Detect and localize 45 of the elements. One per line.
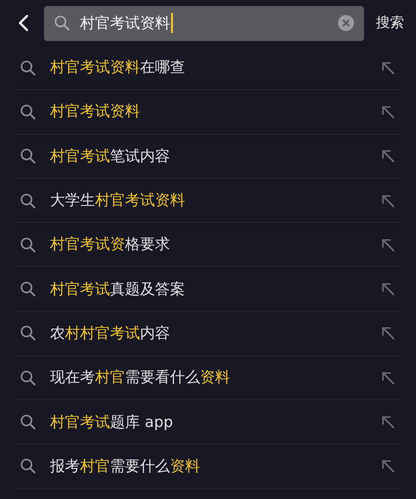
arrow-icon[interactable] [380,148,396,164]
suggestion-text: 村官考试题库 app [50,412,174,432]
arrow-icon[interactable] [380,104,396,120]
arrow-icon[interactable] [380,236,396,253]
suggestion-text: 村官考试笔试内容 [50,146,171,166]
suggestion-text: 大学生村官考试资料 [50,191,186,210]
suggestion-item[interactable]: 村官考试真题及答案 [16,267,400,312]
suggestion-text: 村官考试资料在哪查 [50,58,186,78]
suggestion-item[interactable]: 村官考试资格要求 [16,223,400,268]
search-icon [20,325,36,342]
arrow-icon[interactable] [380,60,396,76]
suggestion-item[interactable]: 农村村官考试内容 [16,312,400,356]
suggestion-item[interactable]: 村官考试资料在哪查 [16,46,400,90]
search-icon [20,370,36,386]
search-button[interactable]: 搜索 [374,10,406,36]
suggestion-item[interactable]: 报考村官需要什么资料 [16,444,400,489]
arrow-icon[interactable] [380,192,396,209]
search-icon [20,458,36,474]
arrow-icon[interactable] [380,281,396,298]
suggestion-item[interactable]: 村官考试资料 [16,90,400,135]
search-icon [20,60,36,76]
arrow-icon[interactable] [380,458,396,474]
suggestion-text: 农村村官考试内容 [50,324,171,343]
arrow-icon[interactable] [380,414,396,430]
suggestion-item[interactable]: 村官考试题库 app [16,400,400,445]
search-icon [20,236,36,253]
search-icon [54,15,70,31]
search-icon [20,281,36,298]
suggestion-item[interactable]: 村官考试笔试内容 [16,134,400,179]
search-field[interactable]: 村官考试资料 [44,6,364,40]
suggestion-text: 现在考村官需要看什么资料 [50,368,231,388]
search-icon [20,192,36,209]
search-icon [20,414,36,430]
search-value: 村官考试资料 [80,13,173,33]
suggestion-text: 村官考试真题及答案 [50,280,186,299]
arrow-icon[interactable] [380,370,396,386]
suggestion-item[interactable]: 现在考村官需要看什么资料 [16,356,400,400]
suggestion-item[interactable]: 大学生村官考试资料 [16,178,400,224]
search-icon [20,104,36,120]
suggestion-text: 村官考试资格要求 [50,235,171,254]
clear-icon[interactable] [338,15,354,31]
suggestion-text: 村官考试资料 [50,102,141,122]
search-icon [20,148,36,164]
suggestion-text: 报考村官需要什么资料 [50,456,201,476]
arrow-icon[interactable] [380,325,396,342]
